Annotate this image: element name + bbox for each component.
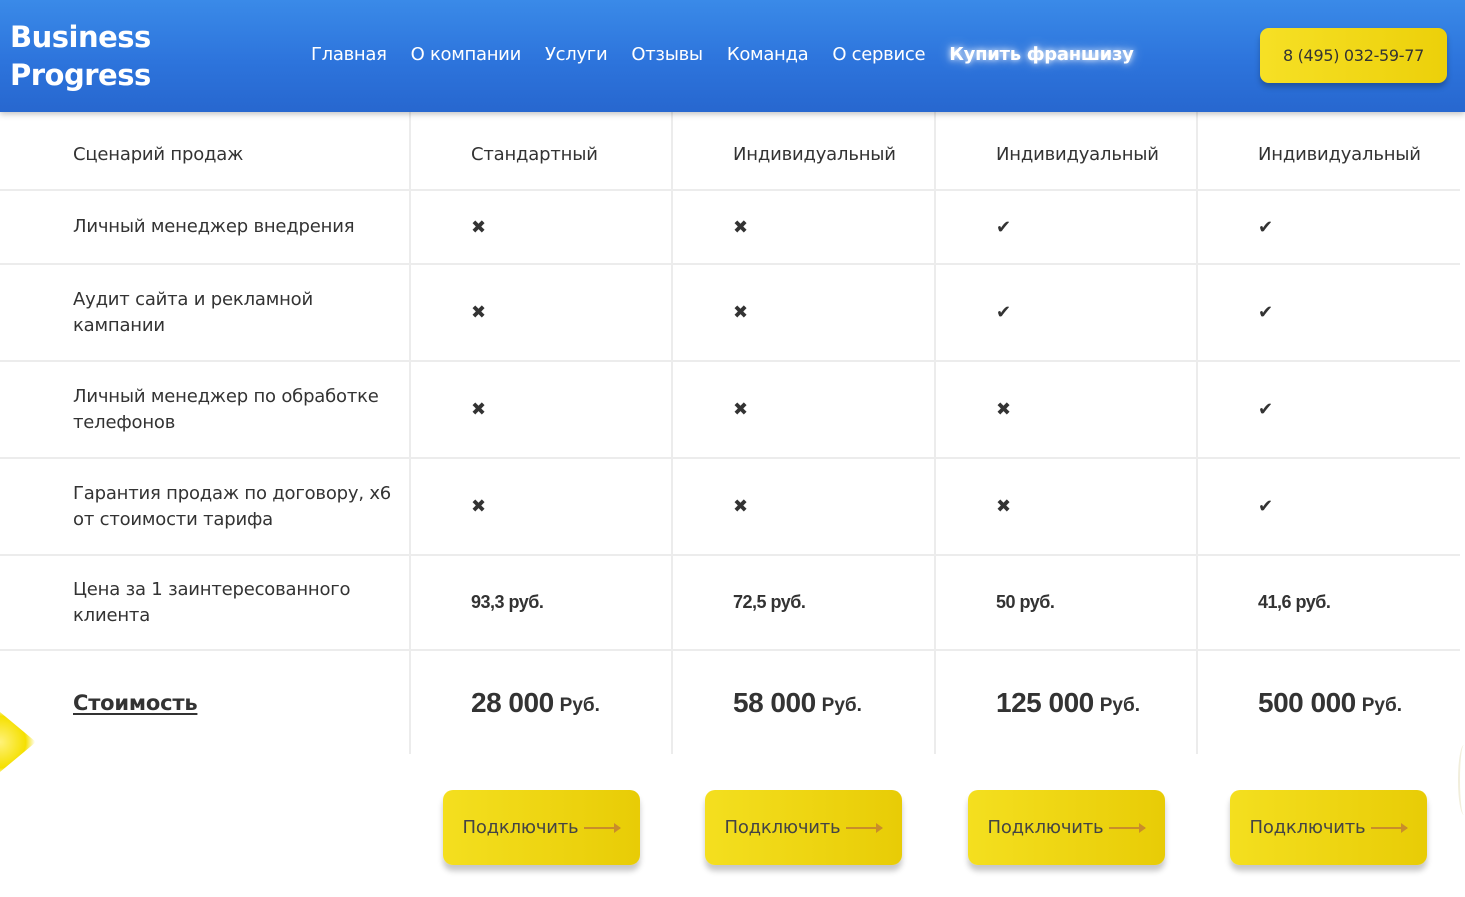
- arrow-right-icon: [1109, 822, 1147, 833]
- cell-value: Индивидуальный: [733, 144, 896, 165]
- nav-team[interactable]: Команда: [727, 40, 809, 70]
- cross-icon: ✖: [471, 399, 487, 419]
- arrow-right-icon: [846, 822, 884, 833]
- connect-button-label: Подключить: [462, 817, 579, 838]
- cell-value: Стандартный: [471, 144, 598, 165]
- cell-value: Индивидуальный: [1258, 144, 1421, 165]
- cross-icon: ✖: [733, 496, 749, 516]
- nav-about-service[interactable]: О сервисе: [832, 40, 925, 70]
- table-row: Личный менеджер по обработке телефонов ✖…: [0, 362, 1460, 459]
- cost-label-cell: Стоимость: [0, 651, 410, 755]
- check-icon: ✔: [996, 216, 1012, 237]
- nav-reviews[interactable]: Отзывы: [631, 40, 703, 70]
- price-per-lead: 41,6 руб.: [1258, 592, 1331, 612]
- cost-label[interactable]: Стоимость: [73, 690, 198, 716]
- tariff-cost: 125 000 Руб.: [996, 651, 1140, 755]
- nav-home[interactable]: Главная: [311, 40, 387, 70]
- check-icon: ✔: [1258, 216, 1274, 237]
- table-row: Цена за 1 заинтересованного клиента 93,3…: [0, 556, 1460, 651]
- connect-button-label: Подключить: [724, 817, 841, 838]
- phone-button[interactable]: 8 (495) 032-59-77: [1260, 28, 1447, 83]
- price-per-lead: 50 руб.: [996, 592, 1055, 612]
- check-icon: ✔: [1258, 399, 1274, 419]
- cost-unit: Руб.: [821, 695, 862, 716]
- cost-amount: 125 000: [996, 687, 1094, 718]
- nav-about[interactable]: О компании: [411, 40, 522, 70]
- cost-amount: 500 000: [1258, 687, 1356, 718]
- arrow-right-icon: [1371, 822, 1409, 833]
- row-label: Цена за 1 заинтересованного клиента: [73, 578, 351, 626]
- cell-value: Индивидуальный: [996, 144, 1159, 165]
- check-icon: ✔: [1258, 496, 1274, 516]
- connect-button-label: Подключить: [1249, 817, 1366, 838]
- tariff-cost: 58 000 Руб.: [733, 651, 862, 755]
- connect-button[interactable]: Подключить: [1230, 790, 1427, 865]
- logo-line-1: Business: [10, 20, 151, 54]
- cost-amount: 28 000: [471, 687, 554, 718]
- logo[interactable]: Business Progress: [10, 18, 151, 94]
- cross-icon: ✖: [471, 496, 487, 516]
- tariff-cost: 28 000 Руб.: [471, 651, 600, 755]
- cross-icon: ✖: [733, 399, 749, 419]
- nav-buy-franchise[interactable]: Купить франшизу: [949, 40, 1134, 70]
- cross-icon: ✖: [471, 302, 487, 322]
- site-header: Business Progress Главная О компании Усл…: [0, 0, 1465, 112]
- table-row: Личный менеджер внедрения ✖ ✖ ✔ ✔: [0, 191, 1460, 265]
- price-per-lead: 72,5 руб.: [733, 592, 806, 612]
- connect-button[interactable]: Подключить: [443, 790, 640, 865]
- connect-button-label: Подключить: [987, 817, 1104, 838]
- check-icon: ✔: [996, 302, 1012, 322]
- nav-services[interactable]: Услуги: [545, 40, 608, 70]
- arrow-right-icon: [584, 822, 622, 833]
- cross-icon: ✖: [733, 216, 749, 237]
- row-label: Личный менеджер по обработке телефонов: [73, 385, 379, 433]
- cost-row: Стоимость 28 000 Руб. 58 000 Руб. 125 000 Р…: [0, 651, 1460, 755]
- cost-unit: Руб.: [559, 695, 600, 716]
- decorative-edge: [1458, 745, 1465, 815]
- cross-icon: ✖: [733, 302, 749, 322]
- logo-line-2: Progress: [10, 58, 151, 92]
- tariff-cost: 500 000 Руб.: [1258, 651, 1402, 755]
- row-label: Гарантия продаж по договору, х6 от стоим…: [73, 482, 392, 530]
- connect-button[interactable]: Подключить: [705, 790, 902, 865]
- cost-unit: Руб.: [1099, 695, 1140, 716]
- cross-icon: ✖: [471, 216, 487, 237]
- cost-unit: Руб.: [1361, 695, 1402, 716]
- table-row: Сценарий продаж Стандартный Индивидуальн…: [0, 120, 1460, 191]
- cost-amount: 58 000: [733, 687, 816, 718]
- cross-icon: ✖: [996, 496, 1012, 516]
- table-row: Гарантия продаж по договору, х6 от стоим…: [0, 459, 1460, 556]
- cross-icon: ✖: [996, 399, 1012, 419]
- row-label: Сценарий продаж: [73, 143, 244, 165]
- connect-button[interactable]: Подключить: [968, 790, 1165, 865]
- price-per-lead: 93,3 руб.: [471, 592, 544, 612]
- check-icon: ✔: [1258, 302, 1274, 322]
- row-label: Аудит сайта и рекламной кампании: [73, 288, 313, 336]
- row-label: Личный менеджер внедрения: [73, 216, 355, 237]
- table-row: Аудит сайта и рекламной кампании ✖ ✖ ✔ ✔: [0, 265, 1460, 362]
- main-nav: Главная О компании Услуги Отзывы Команда…: [311, 40, 1158, 70]
